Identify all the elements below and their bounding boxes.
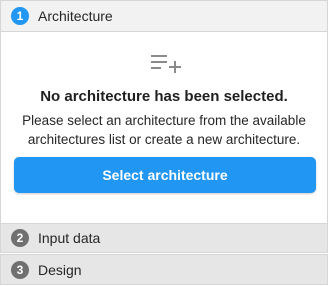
stepper-panel: 1 Architecture No architecture has been … xyxy=(0,0,328,286)
step-header-design[interactable]: 3 Design xyxy=(0,254,328,285)
step-title: Architecture xyxy=(38,8,113,24)
step-header-architecture[interactable]: 1 Architecture xyxy=(0,0,328,32)
step-header-input-data[interactable]: 2 Input data xyxy=(0,223,328,253)
empty-state-description: Please select an architecture from the a… xyxy=(22,113,306,147)
empty-state-title: No architecture has been selected. xyxy=(40,88,288,105)
step-content-architecture: No architecture has been selected. Pleas… xyxy=(0,32,328,224)
step-number-badge: 1 xyxy=(11,7,29,25)
step-title: Input data xyxy=(38,230,101,246)
playlist-add-icon xyxy=(151,55,181,73)
step-title: Design xyxy=(38,261,82,278)
step-number-badge: 3 xyxy=(11,260,29,279)
select-architecture-button[interactable]: Select architecture xyxy=(14,157,316,193)
step-number-badge: 2 xyxy=(11,229,29,247)
